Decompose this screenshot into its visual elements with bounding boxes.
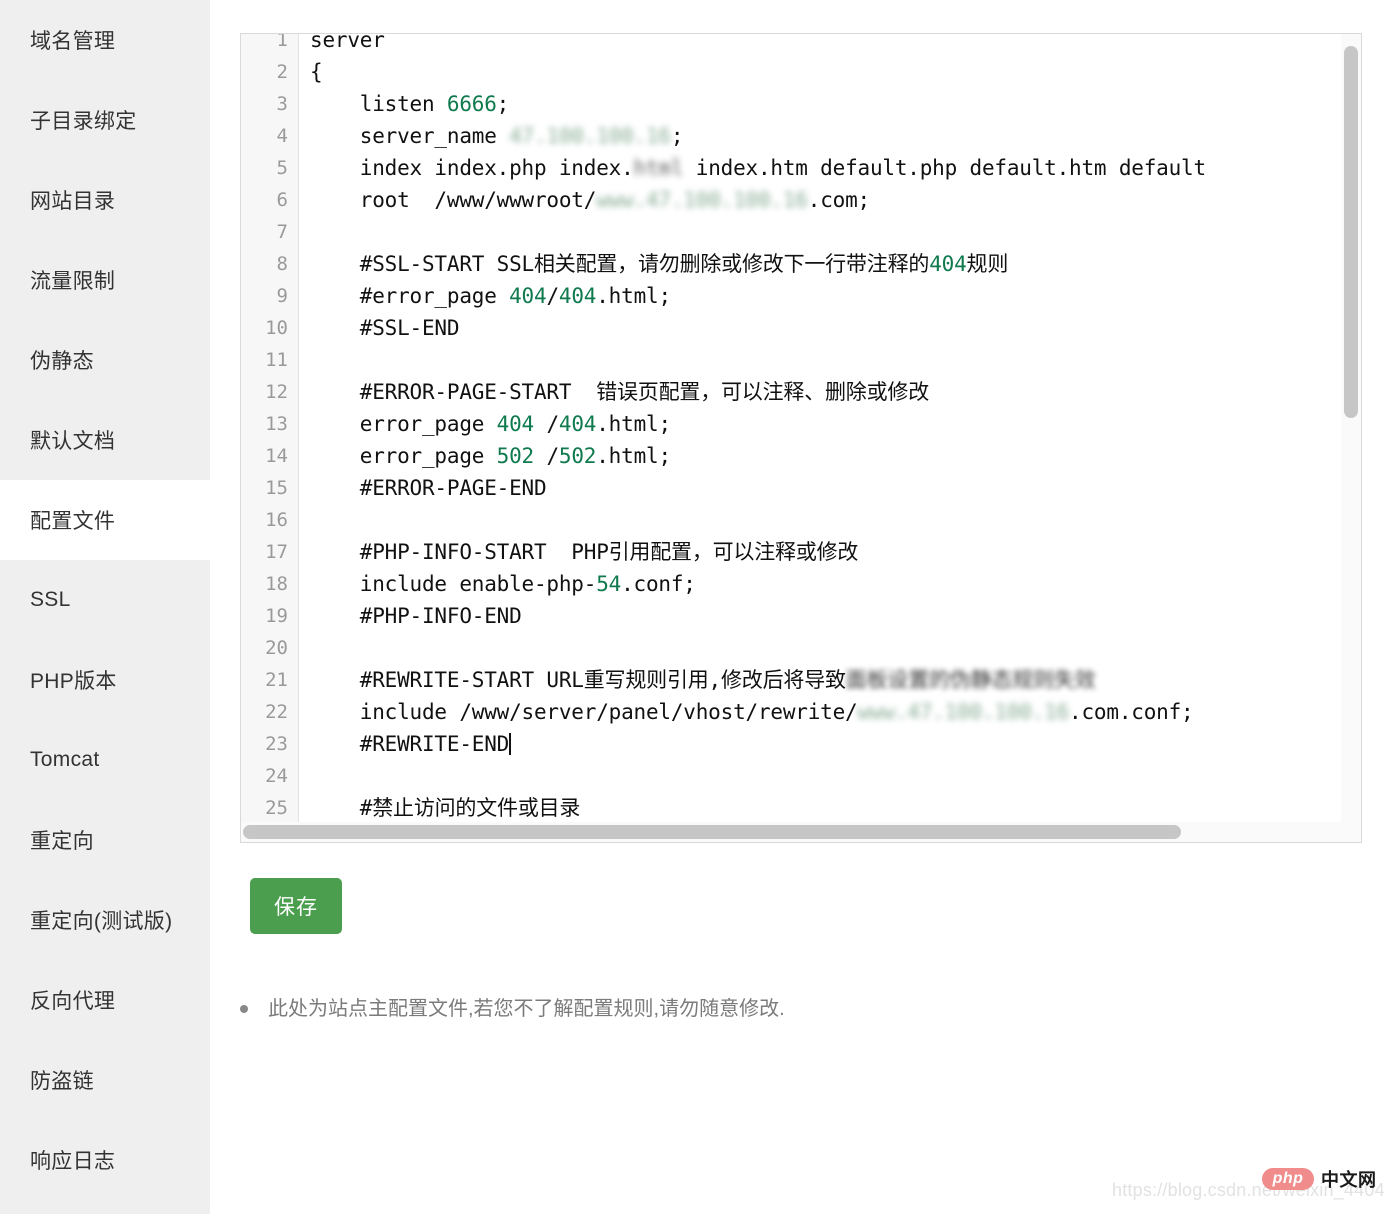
sidebar-item-label: 重定向 [30, 830, 94, 853]
line-number: 7 [276, 221, 288, 243]
line-number: 13 [265, 413, 288, 435]
sidebar: 域名管理子目录绑定网站目录流量限制伪静态默认文档配置文件 SSL PHP版本 Tomc… [0, 0, 210, 1214]
line-number: 24 [265, 765, 288, 787]
editor-vertical-scrollbar[interactable] [1341, 34, 1361, 824]
sidebar-item-1[interactable]: 子目录绑定 [0, 80, 210, 160]
sidebar-item-label: PHP版本 [30, 670, 117, 693]
line-number: 16 [265, 509, 288, 531]
editor-line-number-gutter: 1 2 3 4 5 6 7 8 9 10 11 12 13 14 15 16 17 18 19 20 21 22 23 24 2… [241, 33, 299, 842]
sidebar-item-label: 重定向(测试版) [30, 910, 173, 933]
line-number: 17 [265, 541, 288, 563]
sidebar-item-5[interactable]: 默认文档 [0, 400, 210, 480]
code-line[interactable]: listen 6666; [310, 88, 510, 120]
sidebar-item-label: 域名管理 [30, 30, 116, 53]
code-line[interactable]: #SSL-END [310, 312, 460, 344]
sidebar-item-12[interactable]: 反向代理 [0, 960, 210, 1040]
line-number: 21 [265, 669, 288, 691]
page-root: 域名管理子目录绑定网站目录流量限制伪静态默认文档配置文件 SSL PHP版本 Tomc… [0, 0, 1384, 1214]
php-logo-suffix: 中文网 [1321, 1170, 1377, 1190]
sidebar-item-4[interactable]: 伪静态 [0, 320, 210, 400]
code-line[interactable]: error_page 404 /404.html; [310, 408, 671, 440]
sidebar-item-6[interactable]: 配置文件 [0, 480, 210, 560]
code-line[interactable]: #REWRITE-END [310, 728, 512, 760]
line-number: 15 [265, 477, 288, 499]
sidebar-item-label: SSL [30, 588, 71, 611]
line-number: 2 [276, 61, 288, 83]
code-line[interactable]: { [310, 56, 323, 88]
sidebar-item-label: 流量限制 [30, 270, 116, 293]
code-line[interactable]: #PHP-INFO-END [310, 600, 522, 632]
sidebar-item-label: 子目录绑定 [30, 110, 137, 133]
code-line[interactable]: #ERROR-PAGE-START 错误页配置，可以注释、删除或修改 [310, 376, 929, 408]
sidebar-item-0[interactable]: 域名管理 [0, 0, 210, 80]
line-number: 11 [265, 349, 288, 371]
line-number: 18 [265, 573, 288, 595]
sidebar-item-2[interactable]: 网站目录 [0, 160, 210, 240]
code-line[interactable]: #REWRITE-START URL重写规则引用,修改后将导致面板设置的伪静态规… [310, 664, 1096, 696]
code-line[interactable]: #error_page 404/404.html; [310, 280, 671, 312]
save-button[interactable]: 保存 [250, 878, 342, 934]
line-number: 1 [276, 33, 288, 51]
editor-code-area[interactable]: server{ listen 6666; server_name 47.100.… [300, 34, 1361, 842]
editor-horizontal-scrollbar-thumb[interactable] [243, 825, 1181, 839]
code-line[interactable]: include /www/server/panel/vhost/rewrite/… [310, 696, 1194, 728]
code-line[interactable]: #PHP-INFO-START PHP引用配置，可以注释或修改 [310, 536, 859, 568]
line-number: 14 [265, 445, 288, 467]
code-line[interactable]: #禁止访问的文件或目录 [310, 792, 581, 824]
sidebar-item-label: 默认文档 [30, 430, 116, 453]
sidebar-item-label: 响应日志 [30, 1150, 116, 1173]
line-number: 9 [276, 285, 288, 307]
line-number: 3 [276, 93, 288, 115]
line-number: 19 [265, 605, 288, 627]
code-line[interactable]: index index.php index.html index.htm def… [310, 152, 1206, 184]
code-line[interactable]: error_page 502 /502.html; [310, 440, 671, 472]
php-logo-pill: php [1262, 1168, 1314, 1190]
sidebar-item-label: 配置文件 [30, 510, 116, 533]
sidebar-item-8[interactable]: PHP版本 [0, 640, 210, 720]
text-cursor [509, 733, 512, 755]
sidebar-item-label: 反向代理 [30, 990, 116, 1013]
line-number: 12 [265, 381, 288, 403]
code-line[interactable]: root /www/wwwroot/www.47.100.100.16.com; [310, 184, 870, 216]
line-number: 23 [265, 733, 288, 755]
sidebar-item-3[interactable]: 流量限制 [0, 240, 210, 320]
bullet-icon [240, 1005, 248, 1013]
sidebar-item-7[interactable]: SSL [0, 560, 210, 640]
php-chinese-logo: php 中文网 [1262, 1166, 1377, 1192]
code-line[interactable]: server_name 47.100.100.16; [310, 120, 684, 152]
sidebar-item-label: 网站目录 [30, 190, 116, 213]
sidebar-item-13[interactable]: 防盗链 [0, 1040, 210, 1120]
config-warning-note: 此处为站点主配置文件,若您不了解配置规则,请勿随意修改. [240, 995, 1140, 1023]
note-text: 此处为站点主配置文件,若您不了解配置规则,请勿随意修改. [268, 998, 785, 1020]
line-number: 10 [265, 317, 288, 339]
sidebar-item-label: 伪静态 [30, 350, 94, 373]
sidebar-item-label: 防盗链 [30, 1070, 94, 1093]
config-file-editor[interactable]: 1 2 3 4 5 6 7 8 9 10 11 12 13 14 15 16 17 18 19 20 21 22 23 24 2… [240, 33, 1362, 843]
editor-horizontal-scrollbar[interactable] [241, 822, 1361, 842]
line-number: 6 [276, 189, 288, 211]
code-line[interactable]: #ERROR-PAGE-END [310, 472, 547, 504]
sidebar-item-9[interactable]: Tomcat [0, 720, 210, 800]
line-number: 22 [265, 701, 288, 723]
line-number: 20 [265, 637, 288, 659]
line-number: 5 [276, 157, 288, 179]
sidebar-item-14[interactable]: 响应日志 [0, 1120, 210, 1200]
code-line[interactable]: include enable-php-54.conf; [310, 568, 696, 600]
sidebar-item-11[interactable]: 重定向(测试版) [0, 880, 210, 960]
line-number: 4 [276, 125, 288, 147]
sidebar-item-label: Tomcat [30, 748, 100, 771]
code-line[interactable]: #SSL-START SSL相关配置，请勿删除或修改下一行带注释的404规则 [310, 248, 1009, 280]
line-number: 25 [265, 797, 288, 819]
editor-vertical-scrollbar-thumb[interactable] [1344, 46, 1358, 418]
sidebar-item-10[interactable]: 重定向 [0, 800, 210, 880]
code-line[interactable]: server [310, 34, 385, 56]
line-number: 8 [276, 253, 288, 275]
